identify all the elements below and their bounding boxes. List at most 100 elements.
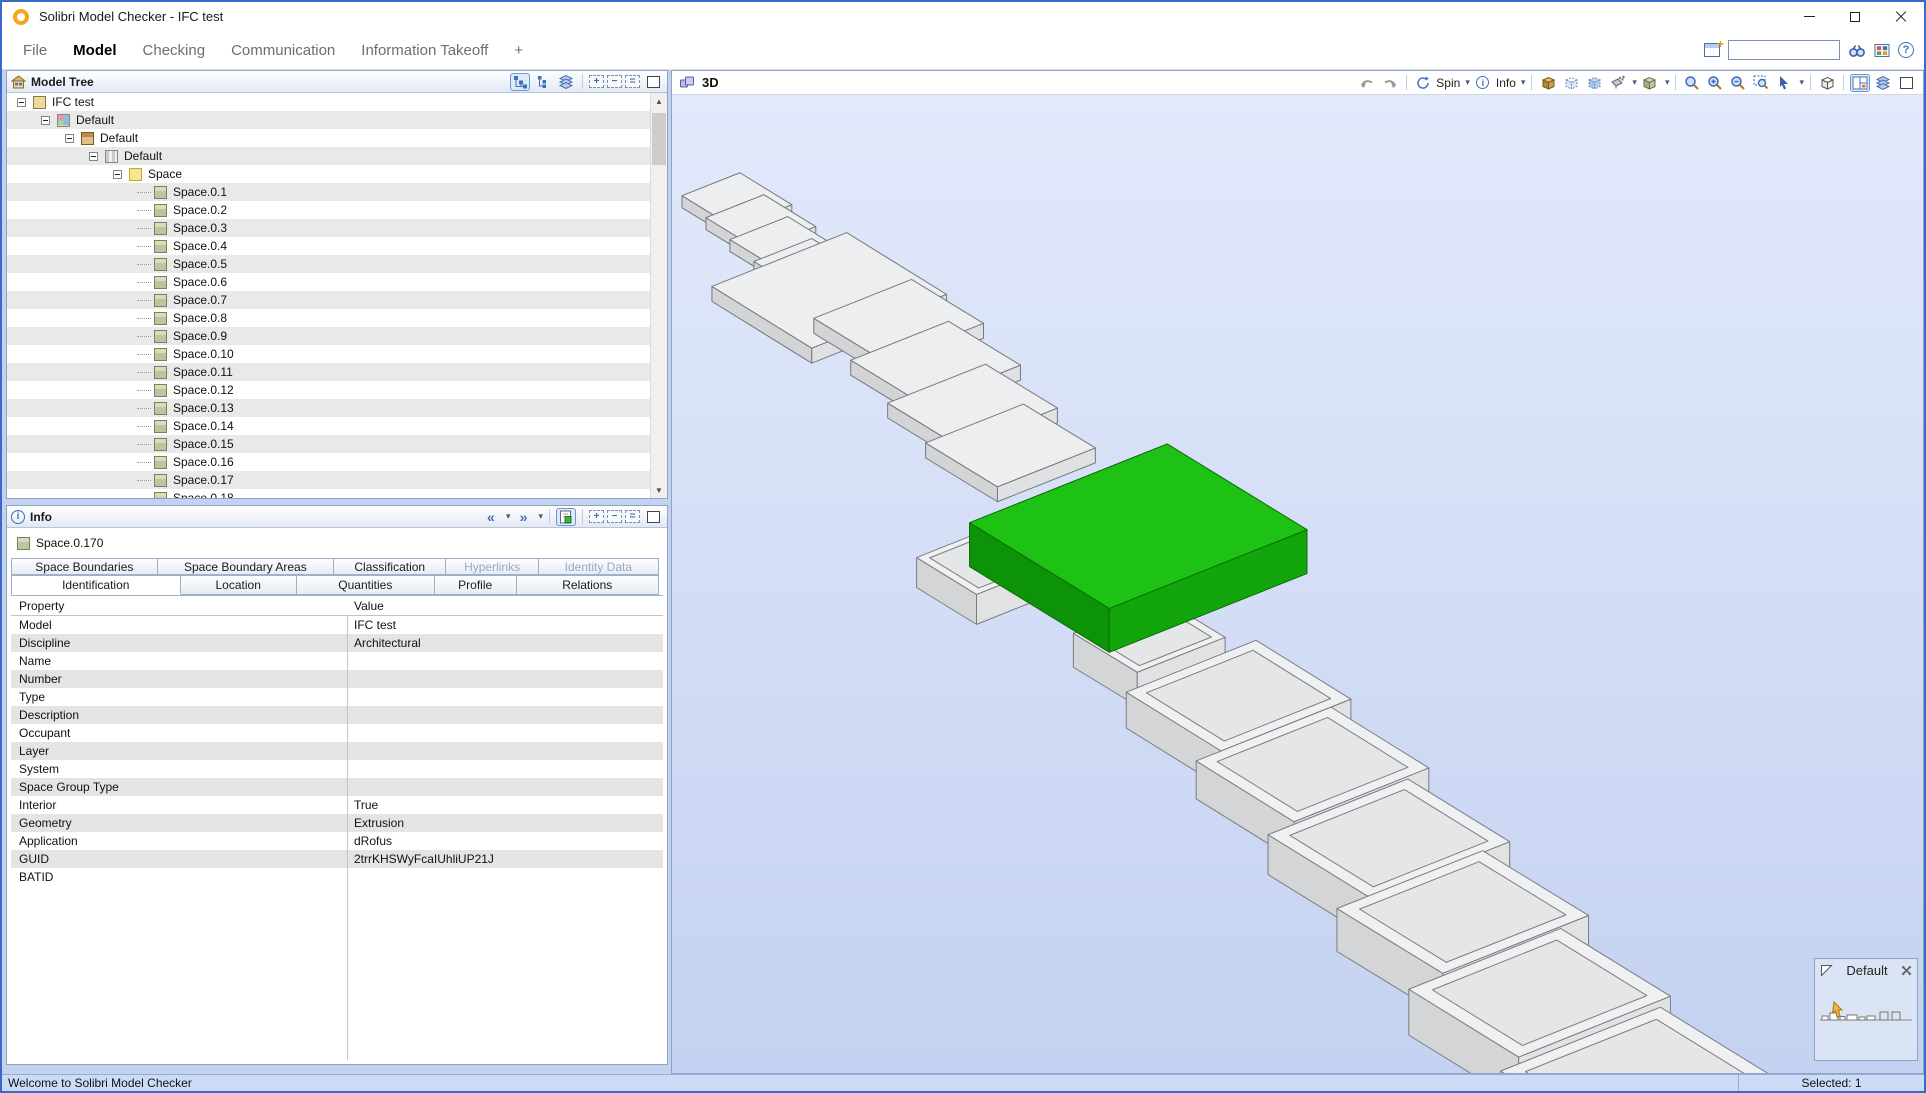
list-hierarchy-icon[interactable] — [533, 73, 553, 91]
value-column-header[interactable]: Value — [347, 599, 663, 613]
tab-classification[interactable]: Classification — [333, 558, 446, 575]
zoom-window-icon[interactable] — [1751, 74, 1771, 92]
tree-node-ifc-test[interactable]: IFC test — [7, 93, 650, 111]
tree-node-space-0-16[interactable]: Space.0.16 — [7, 453, 650, 471]
next-dropdown-icon[interactable]: ▾ — [538, 511, 543, 522]
preset-close-icon[interactable] — [1901, 965, 1912, 976]
maximize-panel-icon[interactable] — [1896, 74, 1916, 92]
tree-node-space-0-7[interactable]: Space.0.7 — [7, 291, 650, 309]
ghost-cube-icon[interactable] — [1584, 74, 1604, 92]
tree-node-space-0-1[interactable]: Space.0.1 — [7, 183, 650, 201]
tree-node-default[interactable]: Default — [7, 147, 650, 165]
collapse-node-icon[interactable] — [65, 134, 74, 143]
tree-scrollbar[interactable]: ▲ ▼ — [650, 93, 667, 498]
search-input[interactable] — [1728, 40, 1840, 60]
tree-node-space[interactable]: Space — [7, 165, 650, 183]
close-button[interactable] — [1878, 2, 1924, 31]
preset-corner-icon[interactable] — [1820, 964, 1833, 977]
next-selection-icon[interactable]: » — [513, 508, 533, 526]
tree-node-space-0-11[interactable]: Space.0.11 — [7, 363, 650, 381]
tree-node-space-0-5[interactable]: Space.0.5 — [7, 255, 650, 273]
layers-icon[interactable] — [556, 73, 576, 91]
add-view-icon[interactable] — [1704, 43, 1720, 57]
tree-node-space-0-18[interactable]: Space.0.18 — [7, 489, 650, 498]
tree-node-space-0-9[interactable]: Space.0.9 — [7, 327, 650, 345]
tree-node-space-0-12[interactable]: Space.0.12 — [7, 381, 650, 399]
component-dropdown-icon[interactable]: ▾ — [1665, 77, 1670, 88]
selection-hierarchy-icon[interactable] — [510, 73, 530, 91]
3d-canvas[interactable]: Default — [672, 95, 1923, 1073]
previous-dropdown-icon[interactable]: ▾ — [506, 511, 511, 522]
collapse-node-icon[interactable] — [17, 98, 26, 107]
menu-item-file[interactable]: File — [10, 31, 60, 69]
info-dropdown-icon[interactable]: ▾ — [1521, 77, 1526, 88]
paint-bucket-icon[interactable] — [1607, 74, 1627, 92]
menu-item-communication[interactable]: Communication — [218, 31, 348, 69]
tree-node-space-0-4[interactable]: Space.0.4 — [7, 237, 650, 255]
tree-node-space-0-2[interactable]: Space.0.2 — [7, 201, 650, 219]
tree-node-space-0-10[interactable]: Space.0.10 — [7, 345, 650, 363]
layout-icon[interactable] — [1850, 74, 1870, 92]
collapse-node-icon[interactable] — [41, 116, 50, 125]
menu-item-information-takeoff[interactable]: Information Takeoff — [348, 31, 501, 69]
zoom-out-icon[interactable] — [1728, 74, 1748, 92]
tree-node-space-0-8[interactable]: Space.0.8 — [7, 309, 650, 327]
maximize-button[interactable] — [1832, 2, 1878, 31]
layers-icon[interactable] — [1873, 74, 1893, 92]
tab-space-boundary-areas[interactable]: Space Boundary Areas — [157, 558, 334, 575]
tree-node-space-0-6[interactable]: Space.0.6 — [7, 273, 650, 291]
zoom-in-icon[interactable] — [1705, 74, 1725, 92]
paint-dropdown-icon[interactable]: ▾ — [1632, 77, 1637, 88]
expand-level-icon[interactable]: = — [625, 75, 640, 88]
scroll-up-icon[interactable]: ▲ — [651, 93, 667, 109]
tree-node-space-0-17[interactable]: Space.0.17 — [7, 471, 650, 489]
transparent-cube-icon[interactable] — [1561, 74, 1581, 92]
spin-icon[interactable] — [1413, 74, 1433, 92]
roles-icon[interactable] — [1874, 43, 1890, 58]
spin-dropdown-icon[interactable]: ▾ — [1465, 77, 1470, 88]
minimize-button[interactable] — [1786, 2, 1832, 31]
help-icon[interactable]: ? — [1898, 42, 1914, 58]
zoom-icon[interactable] — [1682, 74, 1702, 92]
select-dropdown-icon[interactable]: ▾ — [1799, 77, 1804, 88]
tree-node-default[interactable]: Default — [7, 111, 650, 129]
follow-selection-icon[interactable] — [556, 508, 576, 526]
collapse-node-icon[interactable] — [89, 152, 98, 161]
collapse-all-icon[interactable]: − — [607, 75, 622, 88]
tree-node-default[interactable]: Default — [7, 129, 650, 147]
tab-identification[interactable]: Identification — [11, 575, 181, 595]
maximize-panel-icon[interactable] — [643, 73, 663, 91]
collapse-node-icon[interactable] — [113, 170, 122, 179]
column-divider[interactable] — [347, 616, 348, 1060]
scrollbar-thumb[interactable] — [652, 113, 666, 165]
menu-item-checking[interactable]: Checking — [130, 31, 219, 69]
spin-label[interactable]: Spin — [1436, 76, 1460, 90]
maximize-panel-icon[interactable] — [643, 508, 663, 526]
tab-space-boundaries[interactable]: Space Boundaries — [11, 558, 158, 575]
property-column-header[interactable]: Property — [11, 599, 347, 613]
expand-all-icon[interactable]: + — [589, 75, 604, 88]
tree-node-space-0-3[interactable]: Space.0.3 — [7, 219, 650, 237]
tab-profile[interactable]: Profile — [434, 575, 517, 595]
tab-relations[interactable]: Relations — [516, 575, 659, 595]
menu-item-model[interactable]: Model — [60, 31, 129, 69]
component-cube-icon[interactable] — [1640, 74, 1660, 92]
collapse-all-icon[interactable]: − — [607, 510, 622, 523]
redo-icon[interactable] — [1380, 74, 1400, 92]
white-cube-icon[interactable] — [1817, 74, 1837, 92]
select-cursor-icon[interactable] — [1774, 74, 1794, 92]
tab-quantities[interactable]: Quantities — [296, 575, 435, 595]
expand-level-icon[interactable]: = — [625, 510, 640, 523]
tab-location[interactable]: Location — [180, 575, 297, 595]
info-mode-icon[interactable]: i — [1473, 74, 1493, 92]
find-icon[interactable] — [1848, 43, 1866, 58]
tree-node-space-0-15[interactable]: Space.0.15 — [7, 435, 650, 453]
tree-node-space-0-13[interactable]: Space.0.13 — [7, 399, 650, 417]
undo-icon[interactable] — [1357, 74, 1377, 92]
info-label[interactable]: Info — [1496, 76, 1516, 90]
previous-selection-icon[interactable]: « — [481, 508, 501, 526]
menu-item-plus[interactable]: + — [501, 31, 536, 69]
scroll-down-icon[interactable]: ▼ — [651, 482, 667, 498]
solid-cube-icon[interactable] — [1538, 74, 1558, 92]
tree-node-space-0-14[interactable]: Space.0.14 — [7, 417, 650, 435]
